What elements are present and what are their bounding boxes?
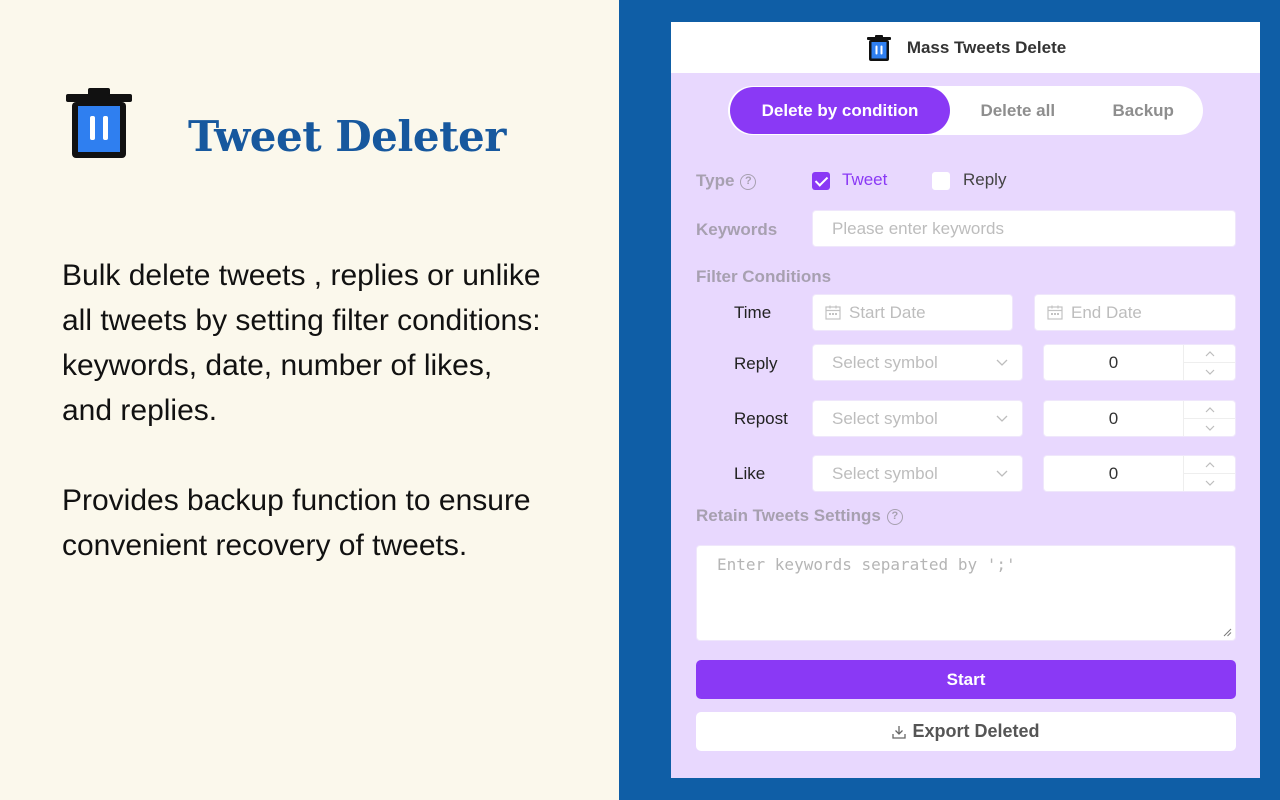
repost-symbol-select[interactable]: Select symbol [812, 400, 1023, 437]
repost-count-stepper: 0 [1043, 400, 1236, 437]
promo-panel: Tweet Deleter Bulk delete tweets , repli… [0, 0, 619, 800]
stepper-controls [1183, 345, 1235, 380]
chevron-up-icon [1205, 350, 1214, 356]
help-icon[interactable]: ? [886, 509, 903, 525]
chevron-down-icon [1205, 369, 1214, 375]
brand-title: Tweet Deleter [188, 112, 506, 161]
extension-popup: Mass Tweets Delete Delete by condition D… [671, 22, 1260, 778]
decrement-button[interactable] [1184, 474, 1235, 491]
reply-filter-label: Reply [734, 354, 778, 373]
promo-description: Bulk delete tweets , replies or unlike a… [62, 259, 541, 427]
retain-keywords-field [696, 545, 1236, 641]
mode-tabs: Delete by condition Delete all Backup [728, 86, 1203, 135]
end-date-placeholder: End Date [1071, 302, 1142, 322]
repost-symbol-placeholder: Select symbol [832, 408, 938, 428]
chevron-down-icon [996, 359, 1008, 366]
decrement-button[interactable] [1184, 363, 1235, 380]
like-count-stepper: 0 [1043, 455, 1236, 492]
export-deleted-label: Export Deleted [912, 721, 1040, 741]
keywords-label: Keywords [696, 220, 778, 239]
export-deleted-button[interactable]: Export Deleted [696, 712, 1236, 751]
like-symbol-select[interactable]: Select symbol [812, 455, 1023, 492]
end-date-picker[interactable]: End Date [1034, 294, 1236, 331]
like-filter-label: Like [734, 464, 766, 483]
resize-handle-icon[interactable] [1223, 628, 1232, 637]
calendar-icon [1047, 305, 1063, 320]
blue-frame: Mass Tweets Delete Delete by condition D… [619, 0, 1280, 800]
increment-button[interactable] [1184, 456, 1235, 474]
like-symbol-placeholder: Select symbol [832, 463, 938, 483]
reply-checkbox-label[interactable]: Reply [963, 170, 1006, 190]
chevron-down-icon [996, 470, 1008, 477]
trash-icon [66, 88, 132, 158]
chevron-down-icon [996, 415, 1008, 422]
chevron-up-icon [1205, 406, 1214, 412]
type-label: Type? [696, 171, 757, 191]
chevron-down-icon [1205, 425, 1214, 431]
start-date-picker[interactable]: Start Date [812, 294, 1013, 331]
reply-checkbox[interactable] [932, 172, 950, 190]
popup-title: Mass Tweets Delete [906, 37, 1067, 57]
increment-button[interactable] [1184, 345, 1235, 363]
keywords-field [812, 210, 1236, 247]
download-icon [892, 725, 907, 739]
keywords-input[interactable] [813, 211, 1235, 246]
retain-keywords-textarea[interactable] [697, 546, 1235, 640]
reply-count-stepper: 0 [1043, 344, 1236, 381]
help-icon[interactable]: ? [740, 174, 757, 190]
repost-count-value[interactable]: 0 [1044, 409, 1183, 429]
repost-filter-label: Repost [734, 409, 788, 428]
tab-delete-by-condition[interactable]: Delete by condition [730, 87, 951, 134]
promo-backup-description: Provides backup function to ensure conve… [62, 484, 531, 562]
popup-header: Mass Tweets Delete [671, 22, 1260, 73]
tweet-checkbox[interactable] [812, 172, 830, 190]
increment-button[interactable] [1184, 401, 1235, 419]
tab-delete-all[interactable]: Delete all [950, 87, 1085, 134]
tweet-checkbox-label[interactable]: Tweet [842, 170, 887, 190]
decrement-button[interactable] [1184, 419, 1235, 436]
filter-conditions-label: Filter Conditions [696, 267, 832, 286]
stepper-controls [1183, 401, 1235, 436]
stepper-controls [1183, 456, 1235, 491]
retain-settings-label-text: Retain Tweets Settings [696, 506, 881, 525]
reply-count-value[interactable]: 0 [1044, 353, 1183, 373]
trash-icon [866, 34, 891, 61]
retain-settings-label: Retain Tweets Settings? [696, 506, 903, 526]
type-label-text: Type [696, 171, 735, 190]
start-button[interactable]: Start [696, 660, 1236, 699]
tab-backup[interactable]: Backup [1085, 87, 1201, 134]
start-date-placeholder: Start Date [849, 302, 926, 322]
like-count-value[interactable]: 0 [1044, 464, 1183, 484]
chevron-up-icon [1205, 461, 1214, 467]
reply-symbol-select[interactable]: Select symbol [812, 344, 1023, 381]
calendar-icon [825, 305, 841, 320]
time-label: Time [734, 303, 772, 322]
chevron-down-icon [1205, 480, 1214, 486]
reply-symbol-placeholder: Select symbol [832, 352, 938, 372]
